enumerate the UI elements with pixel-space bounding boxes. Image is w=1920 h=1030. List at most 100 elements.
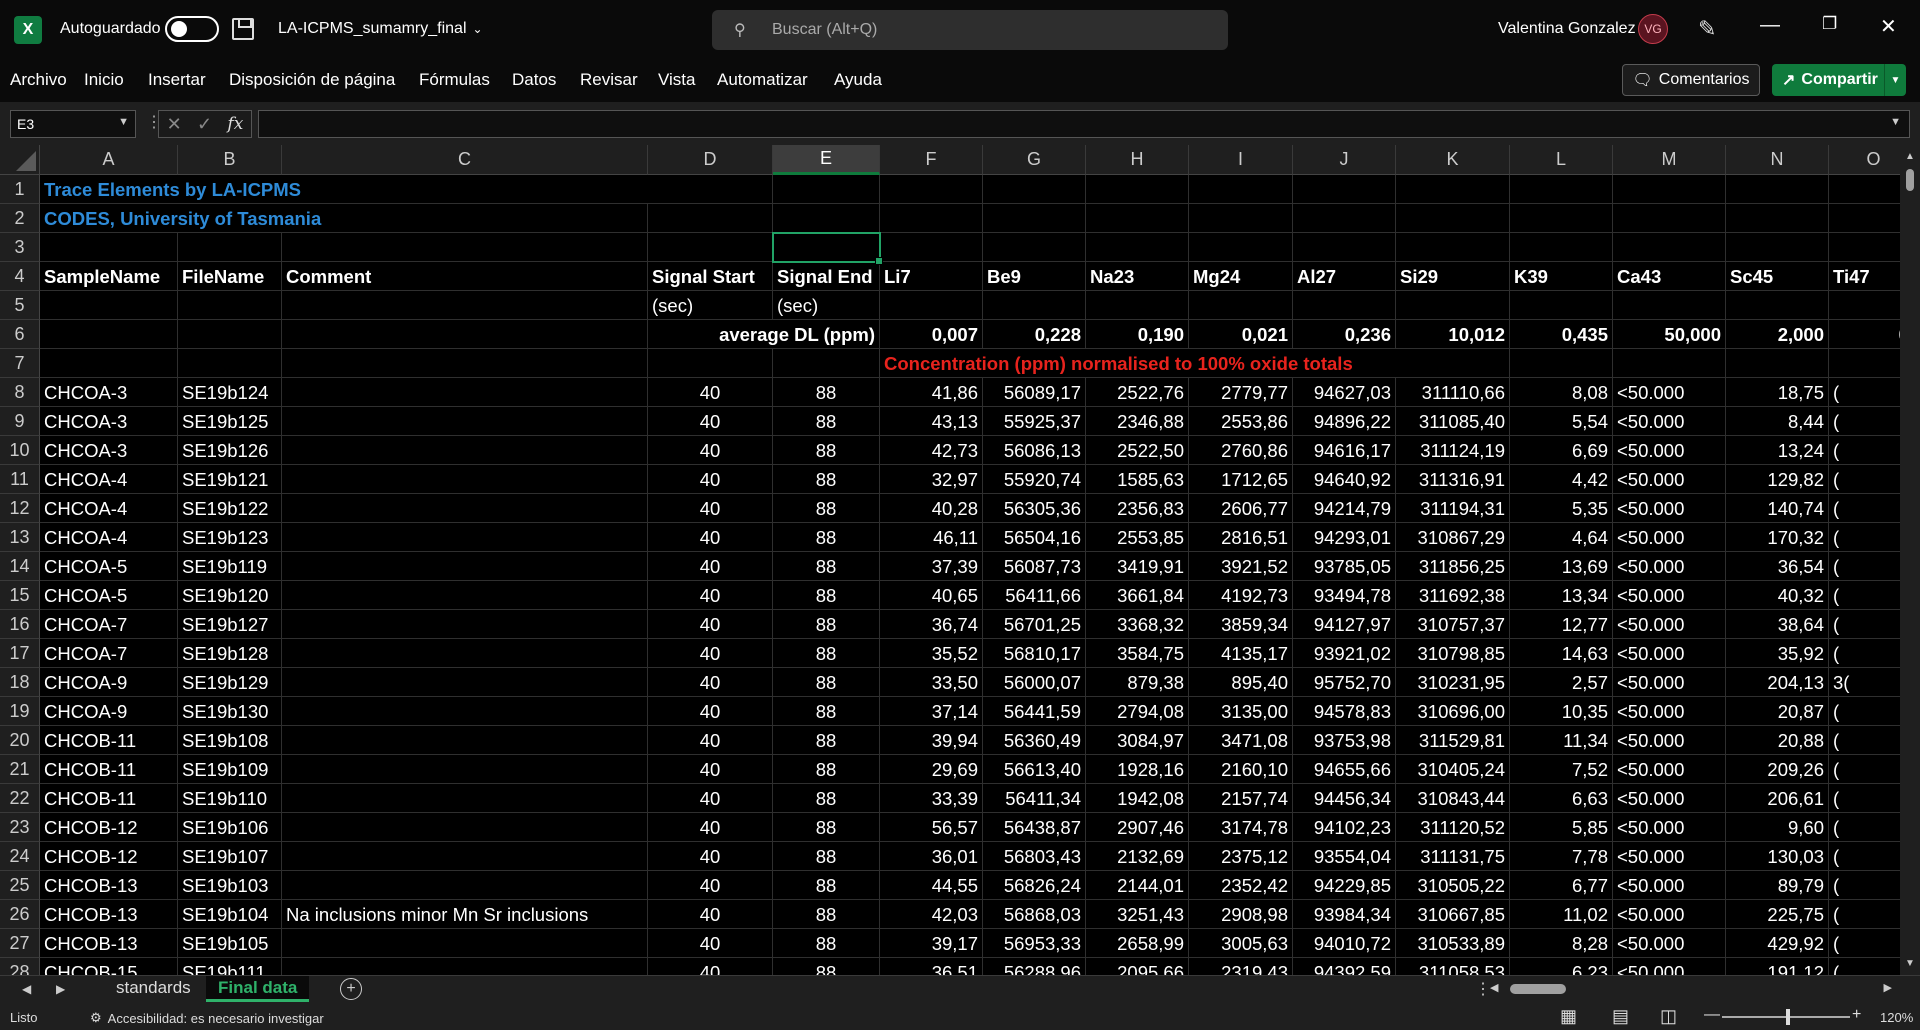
cell[interactable] [648,349,773,378]
row-header[interactable]: 5 [0,291,40,320]
dl-value[interactable]: 0,190 [1086,320,1189,349]
value-cell[interactable]: 56305,36 [983,494,1086,523]
value-cell[interactable]: 3084,97 [1086,726,1189,755]
column-header-j[interactable]: J [1293,145,1396,175]
value-cell[interactable]: 310843,44 [1396,784,1510,813]
value-cell[interactable]: 2522,50 [1086,436,1189,465]
sample-name[interactable]: CHCOA-5 [40,581,178,610]
header-element[interactable]: Be9 [983,262,1086,291]
value-cell[interactable]: ( [1829,436,1900,465]
signal-start[interactable]: 40 [648,668,773,697]
signal-end[interactable]: 88 [773,523,880,552]
scroll-down-icon[interactable]: ▼ [1905,958,1915,969]
cell[interactable] [178,320,282,349]
comment[interactable] [282,639,648,668]
restore-icon[interactable]: ❐ [1822,14,1837,34]
scroll-thumb[interactable] [1510,984,1566,994]
row-header[interactable]: 24 [0,842,40,871]
value-cell[interactable]: 2522,76 [1086,378,1189,407]
file-name[interactable]: SE19b109 [178,755,282,784]
cell[interactable] [1510,233,1613,262]
file-name[interactable]: SE19b124 [178,378,282,407]
file-name[interactable]: SE19b103 [178,871,282,900]
value-cell[interactable]: <50.000 [1613,407,1726,436]
value-cell[interactable]: 93785,05 [1293,552,1396,581]
cell[interactable] [648,175,773,204]
value-cell[interactable]: 37,39 [880,552,983,581]
value-cell[interactable]: 429,92 [1726,929,1829,958]
cell[interactable] [282,320,648,349]
value-cell[interactable]: 6,23 [1510,958,1613,975]
cell[interactable] [1293,204,1396,233]
cell[interactable] [1189,175,1293,204]
value-cell[interactable]: 3( [1829,668,1900,697]
cell[interactable] [282,291,648,320]
file-name[interactable]: SE19b104 [178,900,282,929]
signal-start[interactable]: 40 [648,958,773,975]
value-cell[interactable]: 56086,13 [983,436,1086,465]
page-layout-view-icon[interactable]: ▤ [1612,1006,1629,1027]
cell[interactable] [1829,291,1900,320]
signal-start[interactable]: 40 [648,436,773,465]
value-cell[interactable]: 2658,99 [1086,929,1189,958]
cell[interactable] [983,204,1086,233]
value-cell[interactable]: 3584,75 [1086,639,1189,668]
tab-ayuda[interactable]: Ayuda [834,70,882,90]
value-cell[interactable]: 56441,59 [983,697,1086,726]
row-header[interactable]: 7 [0,349,40,378]
value-cell[interactable]: 94229,85 [1293,871,1396,900]
column-header-o[interactable]: O [1829,145,1900,175]
signal-end[interactable]: 88 [773,610,880,639]
value-cell[interactable]: 311110,66 [1396,378,1510,407]
value-cell[interactable]: 3005,63 [1189,929,1293,958]
sample-name[interactable]: CHCOB-13 [40,900,178,929]
value-cell[interactable]: 56288,96 [983,958,1086,975]
value-cell[interactable]: 2319,43 [1189,958,1293,975]
value-cell[interactable]: 56868,03 [983,900,1086,929]
value-cell[interactable]: 94627,03 [1293,378,1396,407]
tab-automatizar[interactable]: Automatizar [717,70,808,90]
row-header[interactable]: 1 [0,175,40,204]
value-cell[interactable]: 4,42 [1510,465,1613,494]
value-cell[interactable]: 13,69 [1510,552,1613,581]
value-cell[interactable]: 310696,00 [1396,697,1510,726]
value-cell[interactable]: 35,92 [1726,639,1829,668]
value-cell[interactable]: ( [1829,697,1900,726]
header-sample-name[interactable]: SampleName [40,262,178,291]
row-header[interactable]: 16 [0,610,40,639]
value-cell[interactable]: <50.000 [1613,610,1726,639]
tab-vista[interactable]: Vista [658,70,696,90]
cell[interactable] [1726,349,1829,378]
value-cell[interactable]: 310405,24 [1396,755,1510,784]
enter-icon[interactable]: ✓ [197,114,212,135]
value-cell[interactable]: 40,65 [880,581,983,610]
sample-name[interactable]: CHCOA-4 [40,523,178,552]
value-cell[interactable]: 89,79 [1726,871,1829,900]
cell[interactable] [880,291,983,320]
comment[interactable] [282,610,648,639]
file-name-dropdown[interactable]: LA-ICPMS_sumamry_final ⌄ [278,20,483,38]
cell[interactable] [1613,175,1726,204]
value-cell[interactable]: 1585,63 [1086,465,1189,494]
value-cell[interactable]: 37,14 [880,697,983,726]
sample-name[interactable]: CHCOA-4 [40,465,178,494]
value-cell[interactable]: 2553,86 [1189,407,1293,436]
zoom-level[interactable]: 120% [1880,1010,1913,1025]
signal-start[interactable]: 40 [648,726,773,755]
value-cell[interactable]: 170,32 [1726,523,1829,552]
value-cell[interactable]: 2779,77 [1189,378,1293,407]
comment[interactable] [282,958,648,975]
value-cell[interactable]: <50.000 [1613,639,1726,668]
row-header[interactable]: 26 [0,900,40,929]
value-cell[interactable]: 5,85 [1510,813,1613,842]
sheet-tab-standards[interactable]: standards [104,976,203,1002]
value-cell[interactable]: 56000,07 [983,668,1086,697]
signal-start[interactable]: 40 [648,523,773,552]
signal-end[interactable]: 88 [773,436,880,465]
value-cell[interactable]: 56810,17 [983,639,1086,668]
value-cell[interactable]: 2144,01 [1086,871,1189,900]
value-cell[interactable]: ( [1829,581,1900,610]
comment[interactable]: Na inclusions minor Mn Sr inclusions [282,900,648,929]
column-header-g[interactable]: G [983,145,1086,175]
sample-name[interactable]: CHCOA-9 [40,697,178,726]
